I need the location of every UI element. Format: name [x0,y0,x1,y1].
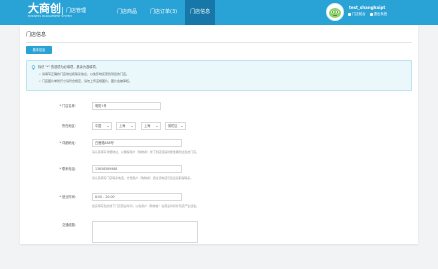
phone-label: * 联系电话： [59,167,78,171]
store-front-link[interactable]: 门店前台 [348,12,366,17]
city-value: 上海 [144,124,151,128]
district-value: 普陀区 [168,124,178,128]
phone-input[interactable]: 13658589988 [92,165,182,173]
home-icon [348,13,351,16]
page-title: 门店信息 [26,32,47,38]
country-select[interactable]: 中国 [92,122,112,130]
tab-store-orders[interactable]: 门店订单(3) [145,0,182,25]
tab-store-goods[interactable]: 门店商品 [112,0,142,25]
address-hint: 请认真填写详细地址，以确保用户（购物者）线下到店自提时能准确到达您的门店。 [92,150,199,154]
address-label: * 详细地址： [59,141,78,145]
province-select[interactable]: 上海 [116,122,136,130]
store-name-label: * 门店名称： [59,104,78,108]
chevron-down-icon [107,125,109,127]
region-label: 所在地区： [62,124,78,128]
tips-line: 门店图片单张尺寸请符合规定，请勿上传违规图片，图片会被审核。 [39,79,132,84]
store-info-card: 门店信息 基本信息 标识 "*" 的选项为必填项，其余为选填项。 请填写正确的门… [20,25,418,244]
basic-info-button[interactable]: 基本信息 [26,46,52,54]
tab-store-info[interactable]: 门店信息 [185,0,216,25]
store-name-input[interactable]: 明阳1号 [92,102,161,110]
user-avatar-icon [327,4,343,20]
chevron-down-icon [131,125,133,127]
tips-title: 标识 "*" 的选项为必填项，其余为选填项。 [38,65,99,69]
chevron-down-icon [156,125,158,127]
logout-icon [369,13,373,16]
country-value: 中国 [95,124,102,128]
province-value: 上海 [119,124,126,128]
city-select[interactable]: 上海 [141,122,161,130]
logout-link[interactable]: 退出系统 [369,12,388,17]
phone-hint: 请认真填写门店联系电话，方便用户（购物者）通过该电话与您直接取得联系。 [92,176,194,180]
tips-box: 标识 "*" 的选项为必填项，其余为选填项。 请填写正确的门店地址和联系信息，以… [26,60,412,91]
store-front-label: 门店前台 [352,12,366,16]
chevron-down-icon [181,125,183,127]
store-admin-label: 门店管理 [62,7,86,15]
top-header: 大商创 BUSINESS MANAGEMENT SYSTEM 门店管理 门店商品… [0,0,438,25]
tips-line: 请填写正确的门店地址和联系信息，以免影响买家找到您的门店。 [39,72,129,77]
hours-input[interactable]: 8:00 - 20:00 [92,193,182,201]
hours-label: * 营业时间： [59,195,78,199]
hours-hint: 如实填写您的线下门店营业时间，以免用户（购物者）在营业时间外到店产生误会。 [92,204,199,208]
title-divider [26,42,412,43]
main-nav: 门店商品 门店订单(3) 门店信息 [112,0,218,25]
user-name: test_shanghaipt [349,5,386,10]
lightbulb-icon [31,65,36,70]
logo-text: 大商创 [28,2,61,15]
district-select[interactable]: 普陀区 [165,122,186,130]
traffic-textarea[interactable] [92,221,198,243]
user-actions: 门店前台 退出系统 [348,12,387,17]
traffic-label: 交通线路： [62,223,78,227]
logout-label: 退出系统 [373,12,388,16]
address-input[interactable]: 白鹿路888号 [92,139,182,147]
avatar[interactable] [326,3,344,21]
logo-subtitle: BUSINESS MANAGEMENT SYSTEM [28,15,72,18]
